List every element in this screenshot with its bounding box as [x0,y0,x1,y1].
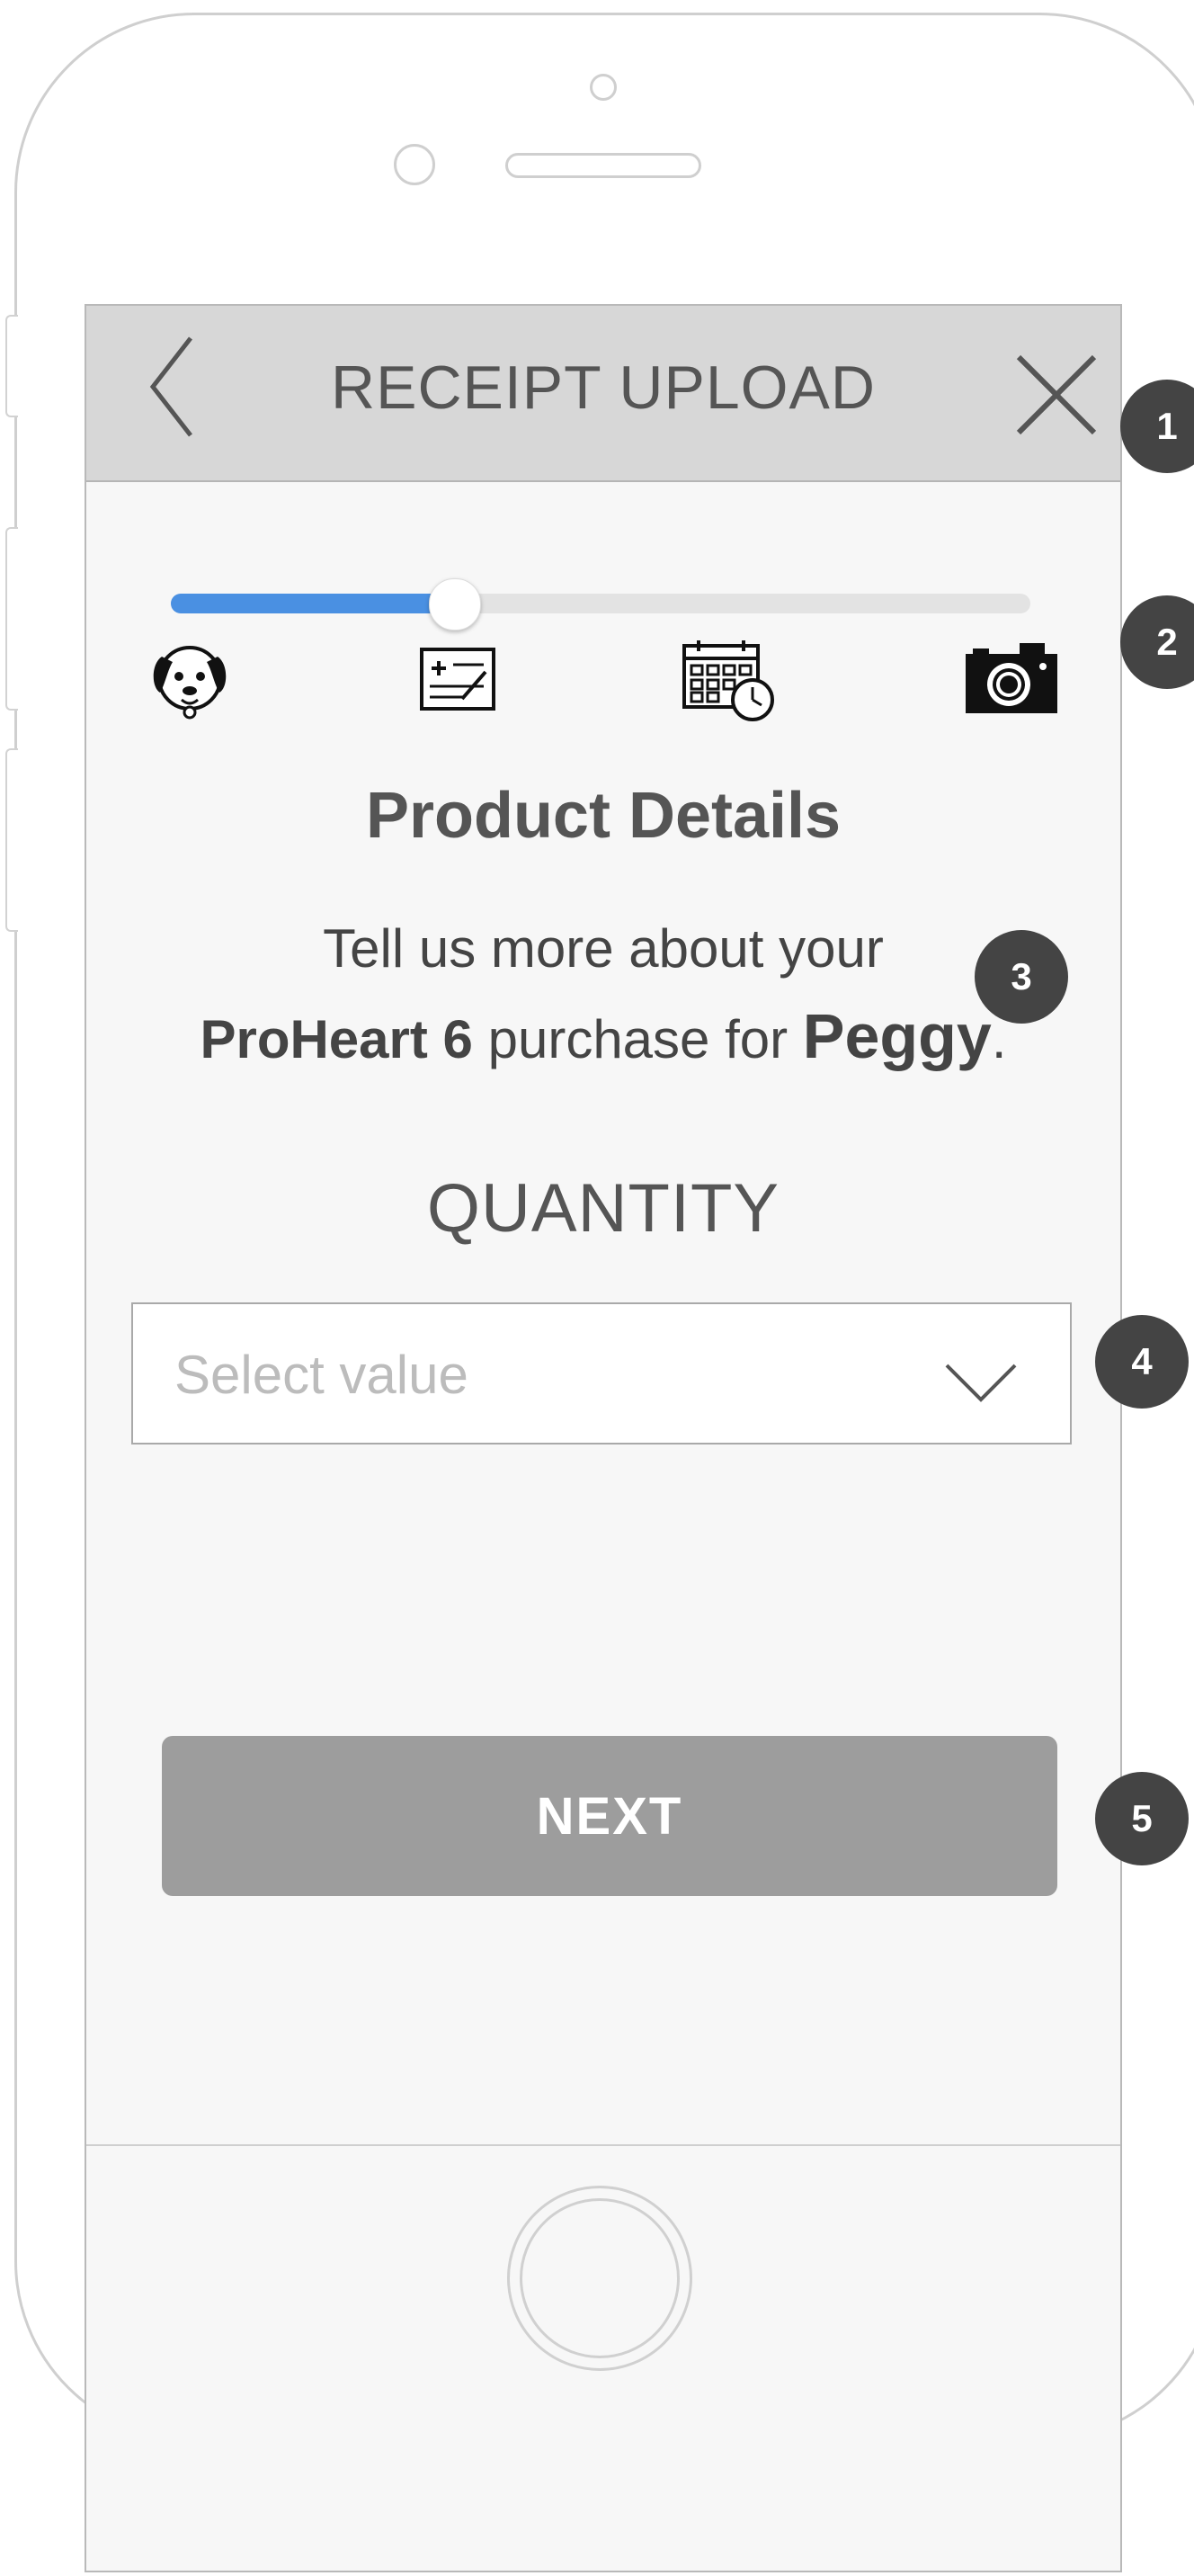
phone-side-button [5,315,18,417]
dog-icon [153,646,227,720]
screen-bottom-divider [86,2144,1120,2146]
phone-volume-up-button [5,527,18,711]
pet-name: Peggy [802,1001,992,1071]
home-button-inner-ring [520,2198,680,2358]
dropdown-toggle[interactable] [940,1355,1021,1409]
quantity-select-placeholder: Select value [174,1345,468,1405]
phone-sensor [394,144,435,185]
progress-thumb[interactable] [429,578,481,631]
prescription-icon [420,648,495,711]
step-prescription[interactable] [417,639,498,720]
description-line-1: Tell us more about your [323,918,884,979]
annotation-badge-5: 5 [1095,1772,1189,1865]
page-title: RECEIPT UPLOAD [330,353,876,422]
step-camera[interactable] [962,637,1061,718]
description-mid: purchase for [487,1009,789,1069]
next-button[interactable]: NEXT [162,1736,1057,1896]
annotation-badge-3: 3 [975,930,1068,1024]
annotation-badge-4: 4 [1095,1315,1189,1409]
phone-speaker [505,153,701,178]
step-dog[interactable] [147,637,232,721]
phone-camera [590,74,617,101]
section-heading: Product Details [365,780,842,852]
quantity-label: QUANTITY [426,1170,780,1247]
step-schedule[interactable] [680,635,779,725]
calendar-clock-icon [682,640,774,721]
description-line-2: ProHeart 6 purchase for Peggy. [86,1000,1120,1072]
close-icon [1016,354,1097,435]
chevron-down-icon [945,1364,1017,1402]
close-button[interactable] [1007,345,1106,444]
product-name: ProHeart 6 [200,1009,473,1069]
camera-icon [966,643,1057,713]
progress-fill [171,594,454,613]
phone-volume-down-button [5,748,18,932]
